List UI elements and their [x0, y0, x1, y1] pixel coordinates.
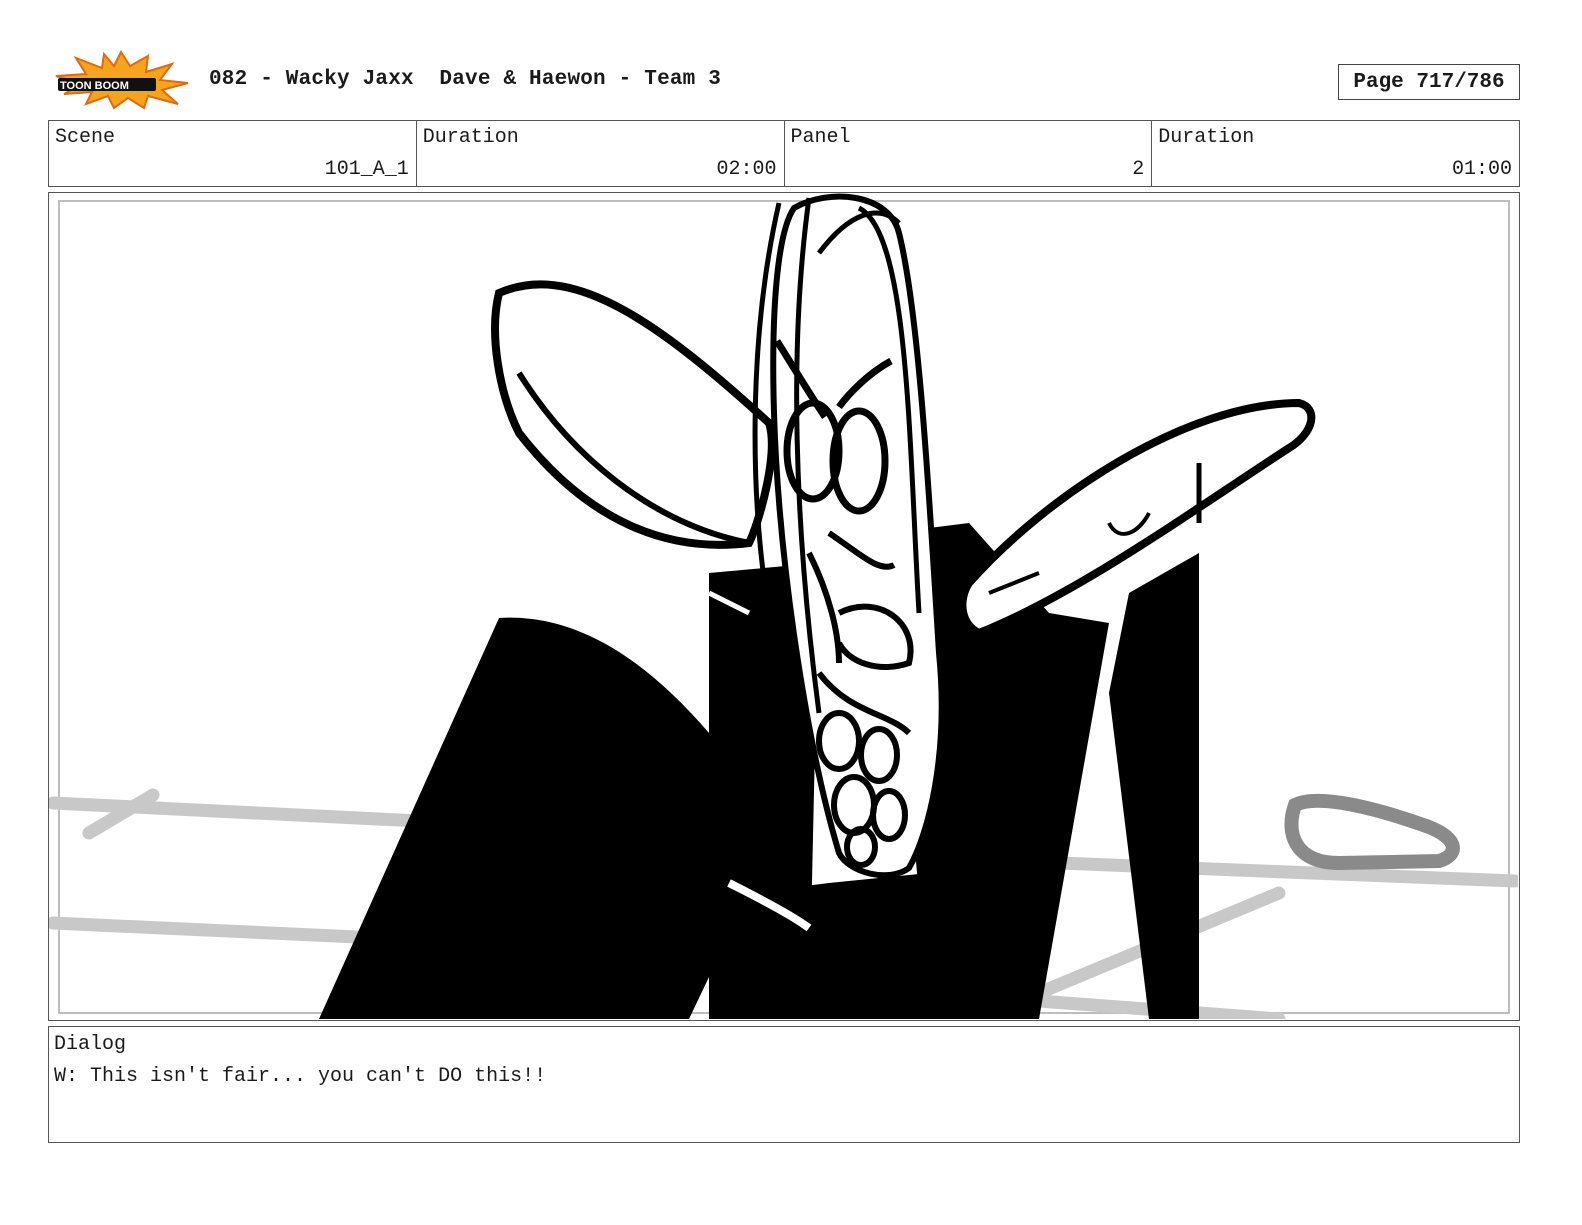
panel-duration-label: Duration	[1158, 126, 1255, 149]
scene-duration-value: 02:00	[716, 158, 777, 181]
scene-duration-cell: Duration 02:00	[417, 121, 785, 186]
scene-value: 101_A_1	[324, 158, 409, 181]
panel-duration-value: 01:00	[1451, 158, 1512, 181]
panel-label: Panel	[790, 126, 851, 149]
toon-boom-logo: TOON BOOM	[52, 49, 190, 110]
dialog-label: Dialog	[54, 1033, 127, 1056]
dialog-text: W: This isn't fair... you can't DO this!…	[54, 1065, 547, 1088]
panel-cell: Panel 2	[785, 121, 1153, 186]
panel-info-table: Scene 101_A_1 Duration 02:00 Panel 2 Dur…	[48, 120, 1520, 187]
scene-label: Scene	[55, 126, 116, 149]
page-number: Page 717/786	[1338, 64, 1520, 100]
storyboard-panel	[48, 192, 1520, 1021]
panel-value: 2	[1132, 158, 1145, 181]
panel-duration-cell: Duration 01:00	[1152, 121, 1519, 186]
dialog-box: Dialog W: This isn't fair... you can't D…	[48, 1026, 1520, 1143]
storyboard-sketch-icon	[49, 193, 1518, 1019]
scene-duration-label: Duration	[422, 126, 519, 149]
board-title: 082 - Wacky Jaxx Dave & Haewon - Team 3	[209, 68, 722, 91]
scene-cell: Scene 101_A_1	[49, 121, 417, 186]
logo-text: TOON BOOM	[60, 80, 129, 92]
